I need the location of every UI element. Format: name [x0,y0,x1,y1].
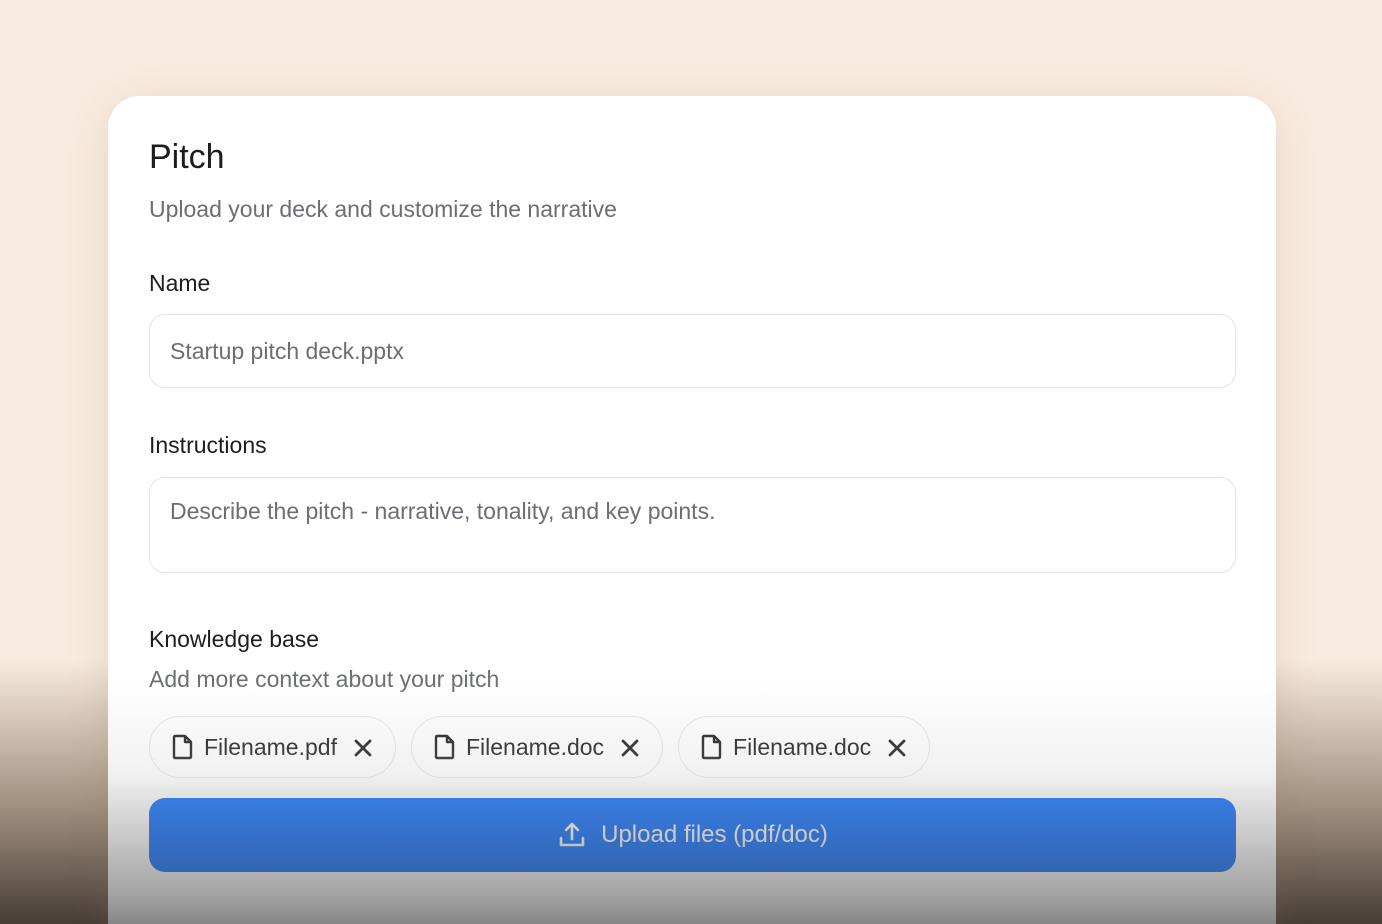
file-chip-name: Filename.doc [733,733,872,760]
name-label: Name [149,270,211,296]
card-title: Pitch [149,138,225,176]
name-input[interactable]: Startup pitch deck.pptx [149,314,1236,388]
instructions-textarea[interactable]: Describe the pitch - narrative, tonality… [149,477,1236,573]
close-icon[interactable] [353,737,373,757]
knowledge-base-subtitle: Add more context about your pitch [149,666,500,692]
file-icon [434,734,456,760]
file-icon [701,734,723,760]
close-icon[interactable] [620,737,640,757]
upload-files-label: Upload files (pdf/doc) [601,821,828,848]
upload-icon [557,820,587,850]
close-icon[interactable] [887,737,907,757]
file-chip: Filename.doc [678,716,931,778]
instructions-label: Instructions [149,432,267,458]
file-chip: Filename.pdf [149,716,396,778]
card-content: Pitch Upload your deck and customize the… [149,96,1236,924]
pitch-card: Pitch Upload your deck and customize the… [108,96,1276,924]
upload-files-button[interactable]: Upload files (pdf/doc) [149,798,1236,872]
file-chip-name: Filename.doc [465,733,605,760]
card-subtitle: Upload your deck and customize the narra… [149,196,617,222]
file-chip: Filename.doc [410,716,664,778]
file-chip-list: Filename.pdf Filename.doc Filename.doc [149,716,931,778]
file-chip-name: Filename.pdf [204,733,337,760]
file-icon [172,734,194,760]
knowledge-base-label: Knowledge base [149,626,320,652]
